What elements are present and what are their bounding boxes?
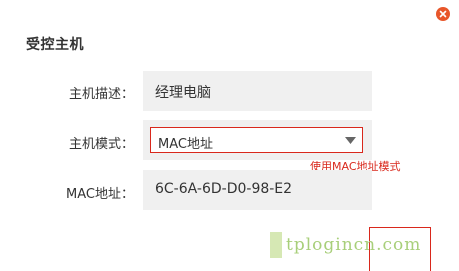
controlled-host-dialog: 受控主机 主机描述： 经理电脑 主机模式： MAC地址 使用MAC地址模式 MA…: [0, 0, 459, 271]
watermark-bar: [270, 232, 282, 258]
mac-label: MAC地址：: [66, 187, 134, 202]
host-desc-value: 经理电脑: [155, 85, 211, 101]
dialog-title: 受控主机: [26, 37, 84, 53]
mac-input[interactable]: 6C-6A-6D-D0-98-E2: [143, 170, 372, 210]
watermark: tplogincn.com: [270, 232, 421, 258]
close-icon: [439, 10, 447, 18]
host-mode-selected: MAC地址: [158, 137, 213, 152]
host-desc-label: 主机描述：: [68, 87, 134, 102]
watermark-text: tplogincn.com: [286, 235, 422, 255]
host-desc-input[interactable]: 经理电脑: [143, 71, 372, 111]
chevron-down-icon: [345, 137, 356, 144]
mac-value: 6C-6A-6D-D0-98-E2: [155, 181, 293, 197]
host-mode-select[interactable]: MAC地址: [150, 127, 363, 153]
host-mode-label: 主机模式：: [68, 137, 134, 152]
close-button[interactable]: [436, 7, 450, 21]
